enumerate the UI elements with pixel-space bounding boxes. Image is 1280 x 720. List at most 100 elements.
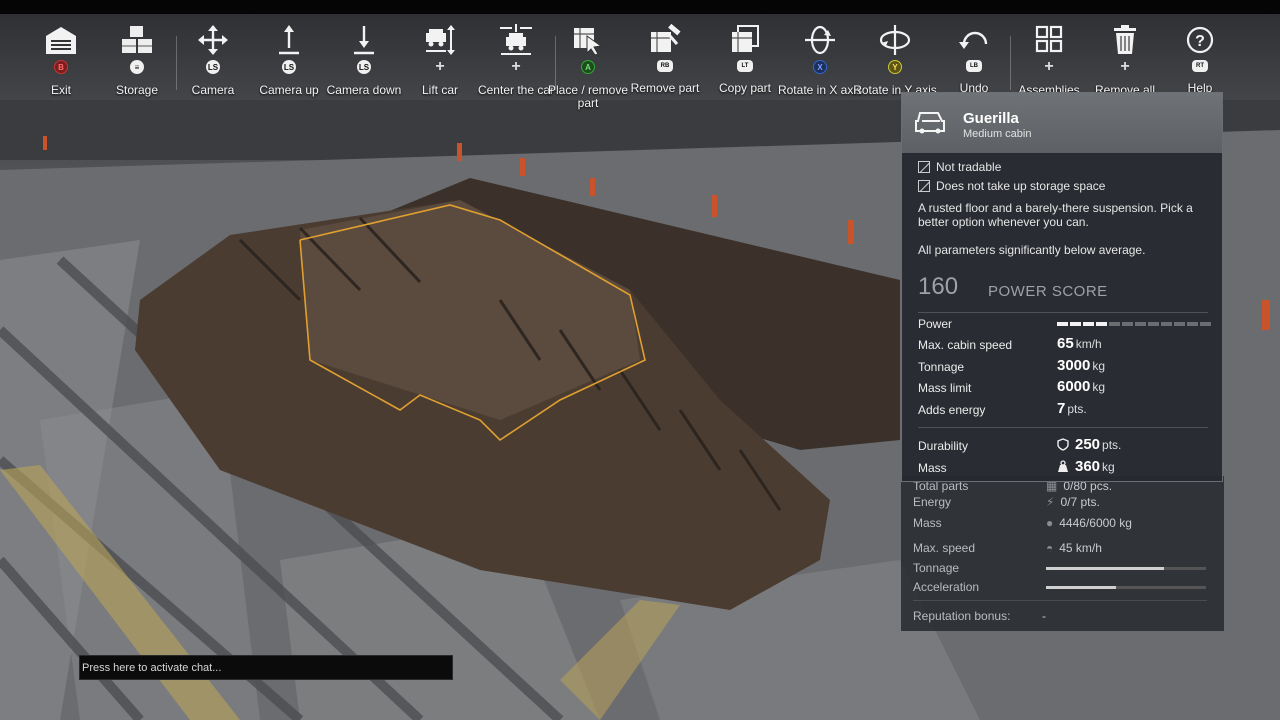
power-segment	[1200, 322, 1211, 326]
dpad-hint: +	[435, 58, 445, 75]
part-card-header: Guerilla Medium cabin	[902, 93, 1222, 153]
button-y-hint: Y	[888, 60, 902, 74]
lift-car-icon	[422, 24, 458, 56]
rt-button-hint: RT	[1192, 60, 1208, 72]
power-bar	[1057, 322, 1211, 326]
remove-part-label: Remove part	[630, 81, 700, 95]
rb-button-hint: RB	[657, 60, 673, 72]
arrow-down-icon	[346, 24, 382, 56]
power-segment	[1109, 322, 1120, 326]
exit-button[interactable]: B Exit	[18, 24, 104, 134]
menu-button-hint: ≡	[130, 60, 144, 74]
stat-energy: Energy ⚡ 0/7 pts.	[913, 495, 1100, 509]
camera-label: Camera	[191, 83, 235, 97]
power-segment	[1161, 322, 1172, 326]
undo-icon	[956, 24, 992, 56]
lt-button-hint: LT	[737, 60, 753, 72]
weight-icon: ●	[1046, 516, 1054, 530]
stat-max-speed: Max. speed ◓ 45 km/h	[913, 541, 1102, 555]
camera-down-label: Camera down	[326, 83, 402, 97]
param-mass: Mass 360 kg	[918, 458, 1115, 475]
rotate-y-icon	[877, 24, 913, 56]
param-adds-energy: Adds energy 7 pts.	[918, 400, 1087, 417]
letterbox-bar	[0, 0, 1280, 14]
param-durability: Durability 250 pts.	[918, 436, 1122, 453]
help-icon: ?	[1182, 24, 1218, 56]
no-storage-icon	[918, 180, 930, 192]
copy-part-label: Copy part	[718, 81, 772, 95]
card-divider	[918, 312, 1208, 313]
param-power: Power	[918, 317, 1211, 331]
stat-acceleration: Acceleration	[913, 580, 1207, 594]
button-b-hint: B	[54, 60, 68, 74]
trash-icon	[1107, 24, 1143, 56]
power-segment	[1057, 322, 1068, 326]
card-divider	[918, 427, 1208, 428]
place-remove-part-button[interactable]: A Place / remove part	[545, 24, 631, 134]
part-type: Medium cabin	[963, 128, 1032, 140]
lift-car-button[interactable]: + Lift car	[397, 24, 483, 134]
chat-input[interactable]: Press here to activate chat...	[79, 655, 453, 680]
lift-car-label: Lift car	[421, 83, 458, 97]
place-part-icon	[570, 24, 606, 56]
part-info-card: Guerilla Medium cabin Not tradable Does …	[901, 92, 1223, 482]
copy-part-icon	[727, 24, 763, 56]
camera-down-button[interactable]: LS Camera down	[321, 24, 407, 134]
power-segment	[1148, 322, 1159, 326]
part-note: All parameters significantly below avera…	[918, 243, 1146, 257]
copy-part-button[interactable]: LT Copy part	[702, 24, 788, 134]
power-segment	[1070, 322, 1081, 326]
storage-label: Storage	[115, 83, 159, 97]
stat-reputation-bonus: Reputation bonus: -	[913, 609, 1046, 623]
part-name: Guerilla	[963, 110, 1019, 127]
grid-icon	[1031, 24, 1067, 56]
rotate-x-label: Rotate in X axis	[777, 83, 863, 97]
stats-divider	[913, 600, 1207, 601]
rotate-x-button[interactable]: X Rotate in X axis	[777, 24, 863, 134]
lb-button-hint: LB	[966, 60, 982, 72]
part-description: A rusted floor and a barely-there suspen…	[918, 201, 1193, 229]
power-segment	[1096, 322, 1107, 326]
vehicle-stats-panel: Total parts ▦ 0/80 pcs. Energy ⚡ 0/7 pts. …	[901, 476, 1224, 631]
power-segment	[1122, 322, 1133, 326]
rotate-x-icon	[802, 24, 838, 56]
tonnage-bar	[1046, 567, 1206, 570]
power-segment	[1135, 322, 1146, 326]
dpad-hint: +	[511, 58, 521, 75]
acceleration-bar	[1046, 586, 1206, 589]
power-segment	[1174, 322, 1185, 326]
not-tradable-icon	[918, 161, 930, 173]
cabin-icon	[915, 112, 945, 134]
svg-text:?: ?	[1195, 33, 1205, 50]
remove-part-icon	[647, 24, 683, 56]
button-a-hint: A	[581, 60, 595, 74]
arrow-up-icon	[271, 24, 307, 56]
button-x-hint: X	[813, 60, 827, 74]
lightning-icon: ⚡	[1046, 495, 1055, 509]
flag-not-tradable: Not tradable	[918, 160, 1001, 174]
camera-up-label: Camera up	[259, 83, 319, 97]
power-score-value: 160	[918, 273, 959, 300]
dpad-hint: +	[1120, 58, 1130, 75]
boxes-icon	[119, 24, 155, 56]
camera-button[interactable]: LS Camera	[170, 24, 256, 134]
remove-part-button[interactable]: RB Remove part	[622, 24, 708, 134]
param-mass-limit: Mass limit 6000 kg	[918, 378, 1106, 395]
param-max-cabin-speed: Max. cabin speed 65 km/h	[918, 335, 1102, 352]
center-car-icon	[498, 24, 534, 56]
speedometer-icon: ◓	[1046, 541, 1054, 555]
power-segment	[1187, 322, 1198, 326]
garage-icon	[43, 24, 79, 56]
stat-mass: Mass ● 4446/6000 kg	[913, 516, 1132, 530]
power-score-label: POWER SCORE	[988, 283, 1108, 300]
place-remove-part-label: Place / remove part	[547, 83, 629, 110]
center-car-label: Center the car	[477, 83, 555, 97]
left-stick-hint: LS	[282, 60, 296, 74]
exit-label: Exit	[50, 83, 71, 97]
param-tonnage: Tonnage 3000 kg	[918, 357, 1106, 374]
left-stick-hint: LS	[357, 60, 371, 74]
dpad-hint: +	[1044, 58, 1054, 75]
flag-no-storage: Does not take up storage space	[918, 179, 1105, 193]
camera-up-button[interactable]: LS Camera up	[246, 24, 332, 134]
storage-button[interactable]: ≡ Storage	[94, 24, 180, 134]
